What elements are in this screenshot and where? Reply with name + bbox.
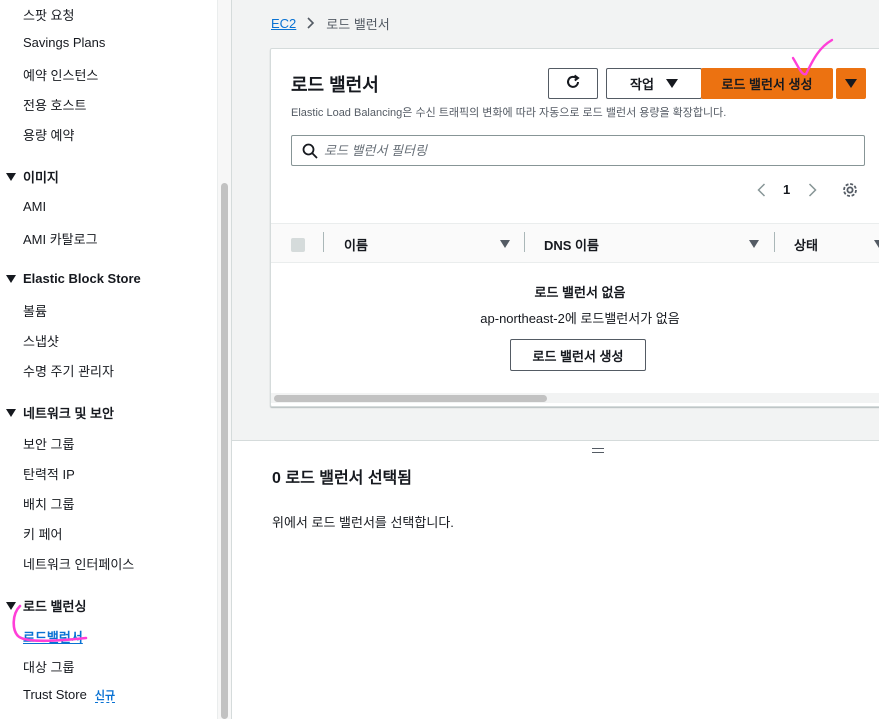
- table-header: 이름 DNS 이름 상태: [271, 223, 879, 263]
- nav-item-spot-requests[interactable]: 스팟 요청: [23, 5, 74, 24]
- nav-item-snapshots[interactable]: 스냅샷: [23, 331, 59, 350]
- refresh-button[interactable]: [548, 68, 598, 99]
- empty-state-title: 로드 밸런서 없음: [534, 285, 626, 300]
- caret-down-icon: [6, 408, 16, 417]
- create-options-dropdown-button[interactable]: [836, 68, 866, 99]
- sort-caret-icon[interactable]: [749, 240, 759, 248]
- nav-item-elastic-ips[interactable]: 탄력적 IP: [23, 464, 75, 483]
- chevron-left-icon[interactable]: [751, 182, 771, 197]
- chevron-right-icon: [307, 16, 315, 32]
- nav-section-network-security[interactable]: 네트워크 및 보안: [6, 403, 114, 422]
- panel-description: Elastic Load Balancing은 수신 트래픽의 변화에 따라 자…: [291, 107, 727, 119]
- empty-create-load-balancer-button[interactable]: 로드 밸런서 생성: [510, 339, 646, 371]
- nav-item-savings-plans[interactable]: Savings Plans: [23, 35, 105, 50]
- details-text: 위에서 로드 밸런서를 선택합니다.: [272, 515, 454, 530]
- filter-search-field[interactable]: [291, 135, 865, 166]
- nav-section-load-balancing[interactable]: 로드 밸런싱: [6, 596, 86, 615]
- nav-item-reserved-instances[interactable]: 예약 인스턴스: [23, 65, 98, 84]
- filter-input[interactable]: [324, 143, 844, 158]
- nav-item-key-pairs[interactable]: 키 페어: [23, 524, 63, 543]
- scrollbar-thumb[interactable]: [274, 395, 547, 402]
- new-badge: 신규: [94, 690, 116, 703]
- load-balancers-panel: 로드 밸런서 Elastic Load Balancing은 수신 트래픽의 변…: [270, 48, 879, 407]
- refresh-icon: [565, 74, 581, 93]
- details-pane: 0 로드 밸런서 선택됨 위에서 로드 밸런서를 선택합니다.: [232, 440, 879, 719]
- nav-item-placement-groups[interactable]: 배치 그룹: [23, 494, 74, 513]
- caret-down-icon: [845, 79, 857, 88]
- nav-section-ebs[interactable]: Elastic Block Store: [6, 271, 141, 286]
- details-title: 0 로드 밸런서 선택됨: [272, 470, 412, 487]
- sidebar-scrollbar[interactable]: [217, 0, 231, 719]
- nav-item-dedicated-hosts[interactable]: 전용 호스트: [23, 95, 86, 114]
- column-divider[interactable]: [774, 232, 775, 252]
- nav-section-label: 로드 밸런싱: [23, 599, 87, 614]
- nav-item-volumes[interactable]: 볼륨: [23, 301, 47, 320]
- nav-item-load-balancers[interactable]: 로드밸런서: [23, 627, 83, 646]
- nav-item-capacity-reservations[interactable]: 용량 예약: [23, 125, 74, 144]
- caret-down-icon: [6, 601, 16, 610]
- breadcrumb-current: 로드 밸런서: [326, 17, 390, 32]
- sort-caret-icon[interactable]: [874, 240, 879, 248]
- main-content: EC2 로드 밸런서 로드 밸런서 Elastic Load Balancing…: [232, 0, 879, 719]
- nav-section-label: 네트워크 및 보안: [23, 406, 114, 421]
- nav-section-label: Elastic Block Store: [23, 271, 141, 286]
- empty-state-subtitle: ap-northeast-2에 로드밸런서가 없음: [480, 311, 680, 326]
- caret-down-icon: [6, 274, 16, 283]
- page-number[interactable]: 1: [783, 182, 790, 197]
- caret-down-icon: [665, 79, 678, 88]
- nav-item-security-groups[interactable]: 보안 그룹: [23, 434, 74, 453]
- chevron-right-icon[interactable]: [802, 182, 822, 197]
- nav-item-lifecycle-manager[interactable]: 수명 주기 관리자: [23, 361, 114, 380]
- horizontal-scrollbar[interactable]: [271, 393, 879, 403]
- breadcrumb-ec2-link[interactable]: EC2: [271, 16, 296, 31]
- column-divider[interactable]: [524, 232, 525, 252]
- panel-title: 로드 밸런서: [291, 75, 379, 95]
- pagination: 1: [751, 182, 822, 197]
- nav-section-images[interactable]: 이미지: [6, 167, 59, 186]
- nav-item-ami-catalog[interactable]: AMI 카탈로그: [23, 229, 98, 248]
- nav-item-target-groups[interactable]: 대상 그룹: [23, 657, 74, 676]
- select-all-checkbox[interactable]: [291, 238, 305, 252]
- nav-item-network-interfaces[interactable]: 네트워크 인터페이스: [23, 554, 134, 573]
- resize-handle-icon[interactable]: [592, 448, 604, 456]
- column-divider: [323, 232, 324, 252]
- nav-item-label: Trust Store: [23, 687, 87, 702]
- column-header-state[interactable]: 상태: [794, 235, 818, 254]
- actions-label: 작업: [630, 77, 654, 92]
- caret-down-icon: [6, 172, 16, 181]
- sort-caret-icon[interactable]: [500, 240, 510, 248]
- nav-item-ami[interactable]: AMI: [23, 199, 46, 214]
- scrollbar-thumb[interactable]: [221, 183, 228, 719]
- column-header-dns[interactable]: DNS 이름: [544, 235, 599, 254]
- breadcrumb: EC2 로드 밸런서: [271, 14, 390, 33]
- column-header-name[interactable]: 이름: [344, 235, 368, 254]
- sidebar-nav: 스팟 요청 Savings Plans 예약 인스턴스 전용 호스트 용량 예약…: [0, 0, 232, 719]
- nav-section-label: 이미지: [23, 170, 59, 185]
- actions-dropdown-button[interactable]: 작업: [606, 68, 702, 99]
- search-icon: [302, 143, 318, 159]
- create-load-balancer-button[interactable]: 로드 밸런서 생성: [701, 68, 833, 99]
- nav-item-trust-store[interactable]: Trust Store 신규: [23, 687, 116, 703]
- gear-icon[interactable]: [841, 181, 859, 204]
